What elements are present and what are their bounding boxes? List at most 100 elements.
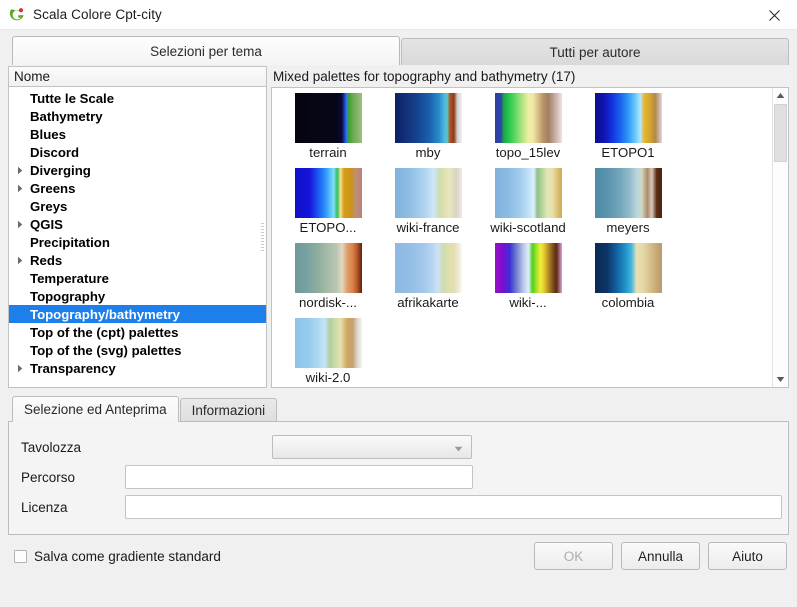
tree-item-label: Blues	[30, 126, 66, 142]
palette-swatch[interactable]	[494, 167, 562, 218]
palette-swatch[interactable]	[294, 92, 362, 143]
palette-grid[interactable]: terrain mby topo_15lev ETOPO1 ETOPO... wiki-f…	[272, 88, 772, 387]
tab-selezioni-per-tema[interactable]: Selezioni per tema	[12, 36, 400, 65]
scroll-up-icon[interactable]	[773, 87, 788, 104]
palette-name: wiki-scotland	[490, 219, 566, 235]
tree-item-label: Temperature	[30, 270, 109, 286]
tree-item[interactable]: Reds	[9, 251, 266, 269]
tab-tutti-per-autore[interactable]: Tutti per autore	[401, 38, 789, 65]
tree-item[interactable]: Diverging	[9, 161, 266, 179]
tree-item[interactable]: Greys	[9, 197, 266, 215]
palette-item[interactable]: terrain	[278, 92, 378, 168]
tab-informazioni[interactable]: Informazioni	[179, 398, 278, 422]
tree-item[interactable]: Tutte le Scale	[9, 89, 266, 107]
palette-name: ETOPO...	[299, 219, 357, 235]
chevron-right-icon[interactable]	[12, 166, 28, 175]
palette-group-heading-label: Mixed palettes for topography and bathym…	[273, 68, 576, 84]
tree-item-label: Top of the (cpt) palettes	[30, 324, 179, 340]
palette-swatch[interactable]	[394, 167, 462, 218]
palette-swatch[interactable]	[494, 92, 562, 143]
palette-vertical-scrollbar[interactable]	[772, 87, 788, 387]
tree-column-header[interactable]: Nome	[8, 66, 267, 87]
tree-item-label: Transparency	[30, 360, 116, 376]
chevron-right-icon[interactable]	[12, 220, 28, 229]
category-tree[interactable]: Tutte le Scale Bathymetry Blues Discord Dive…	[8, 87, 267, 388]
tree-item[interactable]: Top of the (cpt) palettes	[9, 323, 266, 341]
percorso-label: Percorso	[21, 469, 76, 485]
palette-item[interactable]: ETOPO1	[578, 92, 678, 168]
chevron-right-icon[interactable]	[12, 184, 28, 193]
tree-item-label: Bathymetry	[30, 108, 103, 124]
cancel-button-label: Annulla	[637, 548, 684, 564]
palette-item[interactable]: meyers	[578, 167, 678, 243]
palette-swatch[interactable]	[294, 242, 362, 293]
tree-item[interactable]: Discord	[9, 143, 266, 161]
licenza-input[interactable]	[125, 495, 782, 519]
palette-item[interactable]: wiki-2.0	[278, 317, 378, 387]
palette-name: colombia	[601, 294, 655, 310]
qgis-logo-icon	[9, 6, 26, 23]
tab-label: Selezione ed Anteprima	[24, 402, 167, 417]
scrollbar-thumb[interactable]	[774, 103, 787, 162]
palette-swatch[interactable]	[494, 242, 562, 293]
palette-item[interactable]: wiki-france	[378, 167, 478, 243]
main-split: Nome Tutte le Scale Bathymetry Blues Discor…	[8, 66, 789, 388]
chevron-right-icon[interactable]	[12, 364, 28, 373]
tree-item-label: Topography	[30, 288, 106, 304]
tree-item[interactable]: Greens	[9, 179, 266, 197]
palette-swatch[interactable]	[594, 167, 662, 218]
tree-item[interactable]: Top of the (svg) palettes	[9, 341, 266, 359]
palette-item[interactable]: nordisk-...	[278, 242, 378, 318]
palette-swatch[interactable]	[594, 242, 662, 293]
tree-scroll-grip	[261, 223, 264, 251]
title-bar: Scala Colore Cpt-city	[0, 0, 797, 30]
close-icon[interactable]	[751, 0, 797, 30]
palette-item[interactable]: colombia	[578, 242, 678, 318]
tavolozza-row: Tavolozza	[21, 432, 782, 462]
dialog-footer: Salva come gradiente standard OK Annulla…	[8, 535, 789, 577]
cancel-button[interactable]: Annulla	[621, 542, 700, 570]
tree-item-label: Greys	[30, 198, 68, 214]
help-button[interactable]: Aiuto	[708, 542, 787, 570]
palette-item[interactable]: wiki-scotland	[478, 167, 578, 243]
tree-item[interactable]: Temperature	[9, 269, 266, 287]
tab-selezione-ed-anteprima[interactable]: Selezione ed Anteprima	[12, 396, 179, 422]
tree-item[interactable]: Bathymetry	[9, 107, 266, 125]
licenza-row: Licenza	[21, 492, 782, 522]
palette-swatch[interactable]	[294, 167, 362, 218]
tree-item[interactable]: QGIS	[9, 215, 266, 233]
chevron-right-icon[interactable]	[12, 256, 28, 265]
tavolozza-combobox[interactable]	[272, 435, 472, 459]
palette-swatch[interactable]	[294, 317, 362, 368]
checkbox-box-icon	[14, 549, 27, 563]
percorso-input[interactable]	[125, 465, 473, 489]
palette-list-box: terrain mby topo_15lev ETOPO1 ETOPO... wiki-f…	[271, 86, 789, 388]
palette-swatch[interactable]	[394, 242, 462, 293]
ok-button[interactable]: OK	[534, 542, 613, 570]
tree-item-label: Top of the (svg) palettes	[30, 342, 182, 358]
scrollbar-track[interactable]	[773, 103, 788, 371]
palette-item[interactable]: ETOPO...	[278, 167, 378, 243]
window-title: Scala Colore Cpt-city	[33, 7, 162, 22]
tree-item-label: Reds	[30, 252, 63, 268]
tree-item[interactable]: Transparency	[9, 359, 266, 377]
dialog-body: Selezioni per tema Tutti per autore Nome…	[0, 30, 797, 607]
palette-item[interactable]: afrikakarte	[378, 242, 478, 318]
palette-item[interactable]: topo_15lev	[478, 92, 578, 168]
palette-swatch[interactable]	[394, 92, 462, 143]
palette-name: wiki-2.0	[305, 369, 351, 385]
palette-item[interactable]: mby	[378, 92, 478, 168]
tree-item-label: Precipitation	[30, 234, 110, 250]
palette-name: terrain	[309, 144, 347, 160]
tree-item[interactable]: Topography	[9, 287, 266, 305]
tree-item-label: Discord	[30, 144, 80, 160]
ok-button-label: OK	[563, 548, 584, 564]
save-standard-gradient-checkbox[interactable]: Salva come gradiente standard	[14, 549, 221, 564]
tree-item-label: Topography/bathymetry	[30, 306, 180, 322]
palette-item[interactable]: wiki-...	[478, 242, 578, 318]
tree-item[interactable]: Blues	[9, 125, 266, 143]
scroll-down-icon[interactable]	[773, 371, 788, 387]
palette-swatch[interactable]	[594, 92, 662, 143]
tree-item[interactable]: Precipitation	[9, 233, 266, 251]
tree-item[interactable]: Topography/bathymetry	[9, 305, 266, 323]
